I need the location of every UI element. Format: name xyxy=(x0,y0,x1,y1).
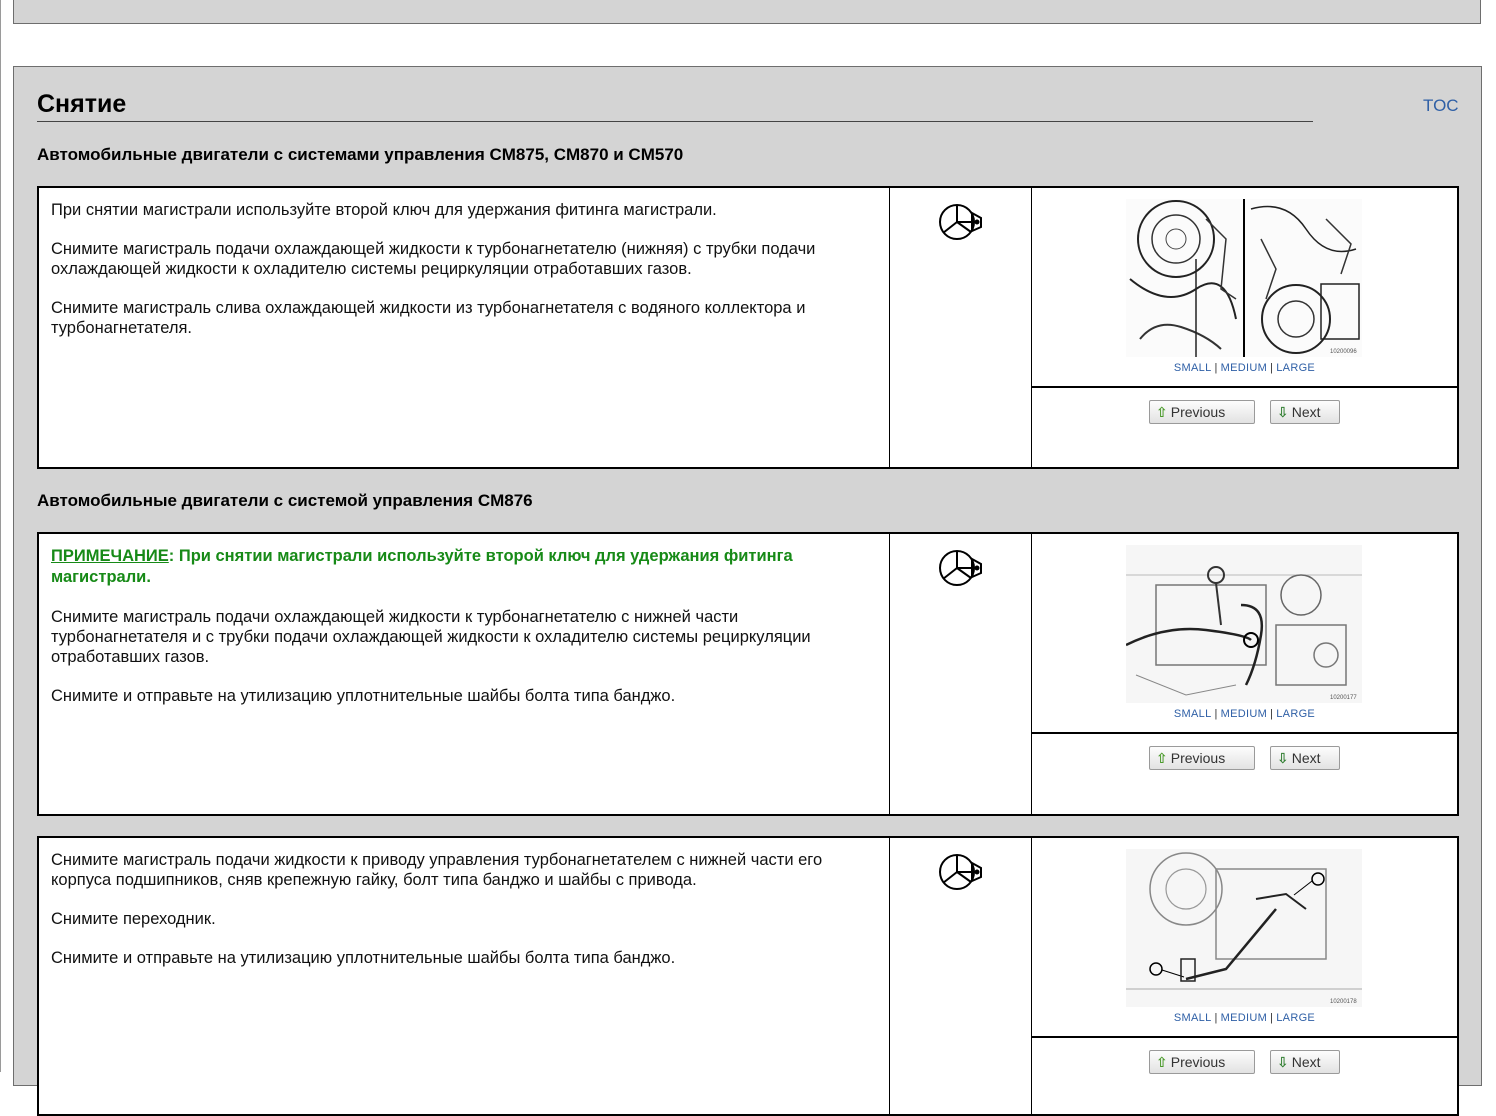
up-arrow-icon: ⇧ xyxy=(1156,1054,1168,1070)
group-heading-cm876: Автомобильные двигатели с системой управ… xyxy=(37,491,533,510)
step-table: При снятии магистрали используйте второй… xyxy=(37,186,1459,469)
previous-label: Previous xyxy=(1170,750,1226,766)
image-size-links: SMALL | MEDIUM | LARGE xyxy=(1032,708,1457,720)
size-separator: | xyxy=(1214,1012,1218,1024)
size-medium-link[interactable]: MEDIUM xyxy=(1221,708,1267,720)
size-separator: | xyxy=(1270,708,1274,720)
previous-button[interactable]: ⇧ Previous xyxy=(1149,400,1255,424)
group-heading-cm875: Автомобильные двигатели с системами упра… xyxy=(37,145,684,164)
instruction-text: Снимите переходник. xyxy=(51,910,216,928)
instruction-text: Снимите магистраль слива охлаждающей жид… xyxy=(51,299,806,337)
up-arrow-icon: ⇧ xyxy=(1156,750,1168,766)
step-table: Снимите магистраль подачи жидкости к при… xyxy=(37,836,1459,1116)
title-underline xyxy=(37,121,1313,122)
step-instructions: Снимите магистраль подачи жидкости к при… xyxy=(39,838,890,1114)
previous-section-panel xyxy=(13,0,1481,24)
next-label: Next xyxy=(1291,404,1321,420)
tool-cell xyxy=(890,534,1032,814)
size-small-link[interactable]: SMALL xyxy=(1174,708,1212,720)
step-instructions: При снятии магистрали используйте второй… xyxy=(39,188,890,467)
image-code: 10200177 xyxy=(1330,695,1357,701)
instruction-text: Снимите и отправьте на утилизацию уплотн… xyxy=(51,949,676,967)
engine-illustration[interactable]: 10200178 xyxy=(1126,849,1362,1007)
previous-label: Previous xyxy=(1170,404,1226,420)
previous-button[interactable]: ⇧ Previous xyxy=(1149,746,1255,770)
size-separator: | xyxy=(1214,708,1218,720)
size-small-link[interactable]: SMALL xyxy=(1174,362,1212,374)
illustration-cell: 10200178 SMALL | MEDIUM | LARGE xyxy=(1032,838,1457,1038)
navigation-cell: ⇧ Previous ⇩ Next xyxy=(1032,1038,1457,1114)
instruction-text: При снятии магистрали используйте второй… xyxy=(51,201,717,219)
step-table: ПРИМЕЧАНИЕ: При снятии магистрали исполь… xyxy=(37,532,1459,816)
tool-cell xyxy=(890,838,1032,1114)
note-text: ПРИМЕЧАНИЕ: При снятии магистрали исполь… xyxy=(51,546,877,588)
next-button[interactable]: ⇩ Next xyxy=(1270,400,1340,424)
image-code: 10200178 xyxy=(1330,999,1357,1005)
up-arrow-icon: ⇧ xyxy=(1156,404,1168,420)
engine-illustration[interactable]: 10200177 xyxy=(1126,545,1362,703)
size-separator: | xyxy=(1270,362,1274,374)
size-large-link[interactable]: LARGE xyxy=(1276,708,1315,720)
down-arrow-icon: ⇩ xyxy=(1277,750,1289,766)
navigation-cell: ⇧ Previous ⇩ Next xyxy=(1032,388,1457,467)
instruction-text: Снимите магистраль подачи охлаждающей жи… xyxy=(51,240,816,278)
instruction-text: Снимите и отправьте на утилизацию уплотн… xyxy=(51,687,676,705)
image-size-links: SMALL | MEDIUM | LARGE xyxy=(1032,1012,1457,1024)
previous-button[interactable]: ⇧ Previous xyxy=(1149,1050,1255,1074)
previous-label: Previous xyxy=(1170,1054,1226,1070)
next-button[interactable]: ⇩ Next xyxy=(1270,746,1340,770)
size-medium-link[interactable]: MEDIUM xyxy=(1221,362,1267,374)
wrench-tool-icon xyxy=(939,854,982,890)
next-label: Next xyxy=(1291,750,1321,766)
navigation-cell: ⇧ Previous ⇩ Next xyxy=(1032,734,1457,814)
next-button[interactable]: ⇩ Next xyxy=(1270,1050,1340,1074)
size-separator: | xyxy=(1270,1012,1274,1024)
section-title: Снятие xyxy=(37,90,127,118)
size-large-link[interactable]: LARGE xyxy=(1276,1012,1315,1024)
instruction-text: Снимите магистраль подачи охлаждающей жи… xyxy=(51,608,811,666)
illustration-cell: 10200096 SMALL | MEDIUM | LARGE xyxy=(1032,188,1457,388)
wrench-tool-icon xyxy=(939,204,982,240)
size-large-link[interactable]: LARGE xyxy=(1276,362,1315,374)
wrench-tool-icon xyxy=(939,550,982,586)
step-instructions: ПРИМЕЧАНИЕ: При снятии магистрали исполь… xyxy=(39,534,890,814)
tool-cell xyxy=(890,188,1032,467)
engine-illustration[interactable]: 10200096 xyxy=(1126,199,1362,357)
note-label: ПРИМЕЧАНИЕ xyxy=(51,547,169,565)
image-size-links: SMALL | MEDIUM | LARGE xyxy=(1032,362,1457,374)
illustration-cell: 10200177 SMALL | MEDIUM | LARGE xyxy=(1032,534,1457,734)
down-arrow-icon: ⇩ xyxy=(1277,404,1289,420)
instruction-text: Снимите магистраль подачи жидкости к при… xyxy=(51,851,823,889)
size-medium-link[interactable]: MEDIUM xyxy=(1221,1012,1267,1024)
down-arrow-icon: ⇩ xyxy=(1277,1054,1289,1070)
toc-link[interactable]: TOC xyxy=(1423,96,1459,116)
size-small-link[interactable]: SMALL xyxy=(1174,1012,1212,1024)
next-label: Next xyxy=(1291,1054,1321,1070)
page-left-rule xyxy=(0,0,1,1072)
image-code: 10200096 xyxy=(1330,349,1357,355)
size-separator: | xyxy=(1214,362,1218,374)
